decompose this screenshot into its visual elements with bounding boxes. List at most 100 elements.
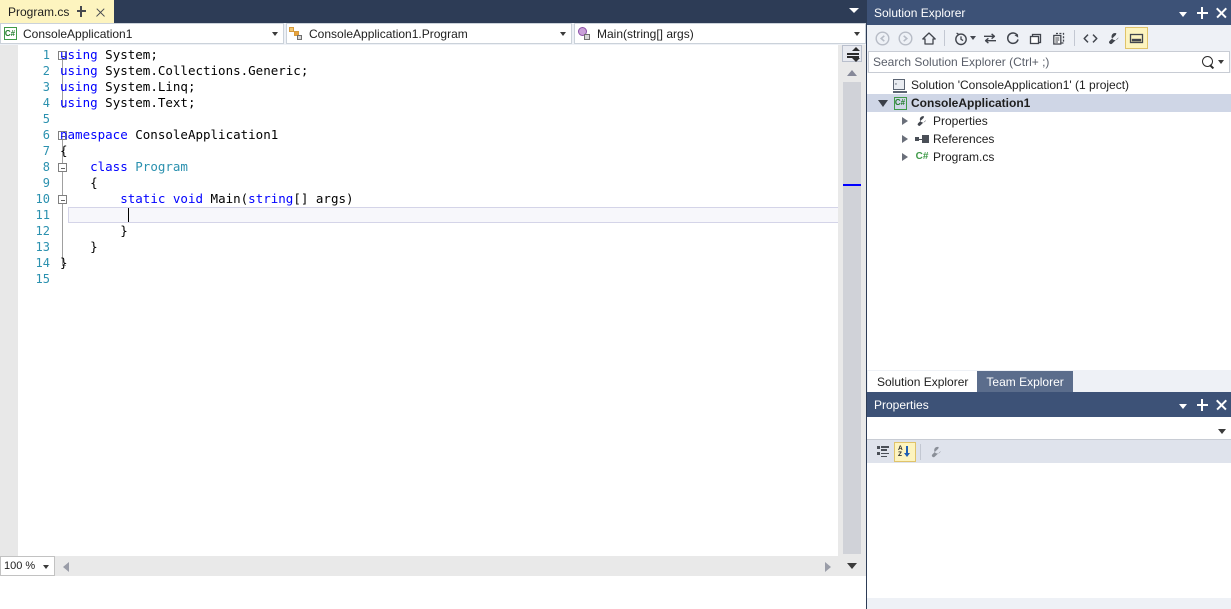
tree-expander-icon[interactable] [897,131,913,147]
code-line-text: namespace ConsoleApplication1 [60,127,279,142]
zoom-level-dropdown[interactable]: 100 % [0,556,55,576]
tree-item[interactable]: ▫ Solution 'ConsoleApplication1' (1 proje… [867,76,1231,94]
close-icon[interactable] [1212,3,1231,22]
code-line[interactable]: 12 } [0,223,838,239]
pin-icon[interactable] [76,5,88,19]
code-line[interactable]: 5 [0,111,838,127]
code-line[interactable]: 14} [0,255,838,271]
home-icon[interactable] [917,27,940,49]
line-number: 4 [42,96,50,110]
pending-changes-icon[interactable] [949,27,972,49]
zoom-level-value: 100 % [4,560,36,572]
tool-window-tab[interactable]: Team Explorer [977,371,1073,392]
class-icon [287,26,305,41]
pin-icon[interactable] [1193,395,1212,414]
scrollbar-caret-marker [843,184,861,186]
tree-item[interactable]: C# Program.cs [867,148,1231,166]
collapse-all-icon[interactable] [1024,27,1047,49]
sync-with-active-document-icon[interactable] [978,27,1001,49]
code-line-text: using System.Linq; [60,79,196,94]
properties-grid[interactable] [867,463,1231,598]
tree-item[interactable]: Properties [867,112,1231,130]
alphabetical-sort-icon[interactable]: AZ [894,441,916,462]
member-dropdown[interactable]: Main(string[] args) [574,23,866,44]
code-line-text: { [60,143,68,158]
code-line[interactable]: 1 using System; [0,47,838,63]
type-dropdown[interactable]: ConsoleApplication1.Program [286,23,572,44]
window-menu-icon[interactable] [1174,3,1193,22]
line-number: 1 [42,48,50,62]
solution-explorer-title: Solution Explorer [874,5,966,20]
code-line[interactable]: 15 [0,271,838,287]
code-line[interactable]: 13 } [0,239,838,255]
search-input[interactable] [869,53,1202,71]
line-number: 14 [35,256,50,270]
show-all-files-icon[interactable] [1047,27,1070,49]
code-line[interactable]: 2 using System.Collections.Generic; [0,63,838,79]
wrench-icon [913,113,931,129]
code-line[interactable]: 6 namespace ConsoleApplication1 [0,127,838,143]
back-button[interactable] [871,27,894,49]
chevron-down-icon[interactable] [267,31,283,36]
wrench-icon[interactable] [1102,27,1125,49]
scroll-left-button[interactable] [58,556,74,576]
editor-tab-program-cs[interactable]: Program.cs [0,0,115,23]
search-icon[interactable] [1202,55,1215,69]
split-view-button[interactable] [842,45,862,62]
chevron-down-icon[interactable] [849,8,859,13]
code-brackets-icon[interactable] [1079,27,1102,49]
tool-window-tabs: Solution Explorer Team Explorer [867,370,1231,392]
code-line[interactable]: 10 static void Main(string[] args) [0,191,838,207]
code-line[interactable]: 7{ [0,143,838,159]
close-icon[interactable] [1212,395,1231,414]
line-number: 10 [35,192,50,206]
tree-expander-icon[interactable] [897,149,913,165]
close-icon[interactable] [94,6,107,19]
tree-expander-icon[interactable] [875,95,891,111]
code-editor[interactable]: 1 using System; 2 using System.Collections.… [0,45,866,576]
code-line[interactable]: 9 { [0,175,838,191]
code-line-text: } [60,223,128,238]
chevron-down-icon[interactable] [1218,429,1226,434]
code-line[interactable]: 3 using System.Linq; [0,79,838,95]
editor-vertical-scrollbar[interactable] [838,45,866,556]
scroll-up-button[interactable] [842,65,862,80]
properties-title: Properties [874,397,929,412]
csharp-file-icon: C# [915,151,929,162]
solution-tree[interactable]: ▫ Solution 'ConsoleApplication1' (1 proje… [867,73,1231,370]
method-icon [575,26,593,41]
chevron-down-icon[interactable] [1218,60,1224,64]
editor-region: Program.cs C# ConsoleApplication1 Consol… [0,0,866,609]
tree-item[interactable]: C# ConsoleApplication1 [867,94,1231,112]
code-line[interactable]: 8 class Program [0,159,838,175]
solution-explorer-titlebar: Solution Explorer [867,0,1231,25]
chevron-down-icon[interactable] [555,31,571,36]
chevron-down-icon[interactable] [849,31,865,36]
forward-button[interactable] [894,27,917,49]
line-number: 6 [42,128,50,142]
window-menu-icon[interactable] [1174,395,1193,414]
code-line[interactable]: 4 using System.Text; [0,95,838,111]
project-dropdown[interactable]: C# ConsoleApplication1 [0,23,284,44]
categorized-icon[interactable] [872,442,894,462]
properties-object-dropdown[interactable] [867,417,1231,440]
scroll-right-button[interactable] [820,556,836,576]
right-tool-dock: Solution Explorer Search Solution Explor… [866,0,1231,609]
tool-window-tab[interactable]: Solution Explorer [868,371,978,392]
code-line-text: static void Main(string[] args) [120,191,354,206]
chevron-down-icon[interactable] [43,565,49,569]
pin-icon[interactable] [1193,3,1212,22]
property-pages-wrench-icon[interactable] [925,442,947,462]
scroll-down-button[interactable] [838,556,866,576]
tree-item[interactable]: References [867,130,1231,148]
tree-item-label: Solution 'ConsoleApplication1' (1 projec… [911,78,1130,92]
line-number: 3 [42,80,50,94]
refresh-icon[interactable] [1001,27,1024,49]
preview-pane-icon[interactable] [1125,27,1148,49]
tree-expander-icon[interactable] [897,113,913,129]
scrollbar-thumb[interactable] [843,82,861,554]
line-number: 8 [42,160,50,174]
code-line[interactable]: 11 { [0,207,838,223]
code-text-surface[interactable]: 1 using System; 2 using System.Collections.… [0,45,838,556]
solution-explorer-search[interactable] [868,51,1230,73]
